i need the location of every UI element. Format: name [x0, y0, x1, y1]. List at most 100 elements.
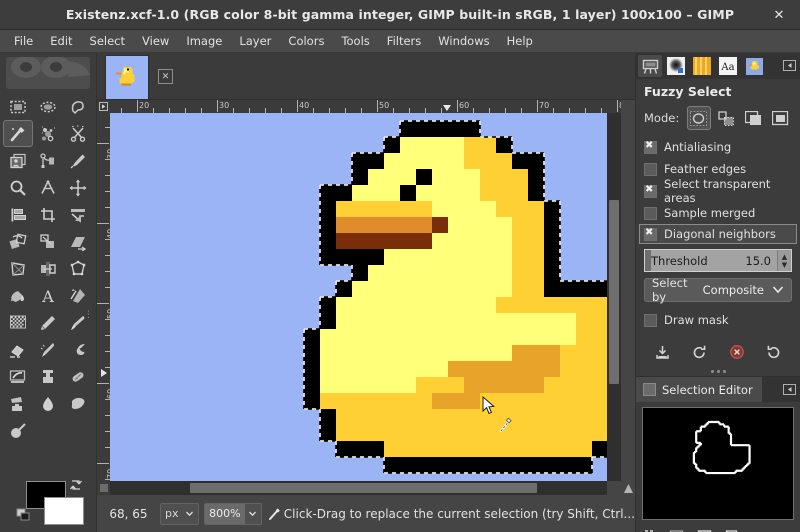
tool-dodge-burn[interactable] [3, 417, 33, 444]
zoom-select[interactable]: 800% [204, 503, 262, 525]
tool-ink[interactable] [63, 336, 93, 363]
draw-mask-checkbox-row[interactable]: Draw mask [644, 309, 792, 331]
horizontal-scrollbar-thumb[interactable] [190, 483, 537, 493]
tool-scissors-select[interactable] [63, 120, 93, 147]
menu-item-help[interactable]: Help [499, 31, 541, 52]
tool-bucket-fill[interactable] [3, 282, 33, 309]
swap-colors-icon[interactable] [69, 478, 83, 492]
tool-eraser[interactable] [3, 336, 33, 363]
checkbox-diagonal-neighbors[interactable] [644, 228, 657, 241]
tool-ellipse-select[interactable] [33, 93, 63, 120]
menu-item-filters[interactable]: Filters [379, 31, 429, 52]
tool-paths[interactable] [33, 147, 63, 174]
select-by-combo[interactable]: Select by Composite [644, 278, 792, 302]
menu-item-windows[interactable]: Windows [430, 31, 497, 52]
ruler-origin-icon[interactable] [97, 100, 110, 113]
menu-item-layer[interactable]: Layer [231, 31, 279, 52]
tool-pattern-fill[interactable] [3, 309, 33, 336]
tool-perspective-clone[interactable] [3, 390, 33, 417]
tool-clone[interactable] [33, 363, 63, 390]
tool-gradient[interactable] [63, 282, 93, 309]
mode-add-button[interactable] [715, 106, 738, 130]
tool-zoom[interactable] [3, 174, 33, 201]
tool-blur-sharpen[interactable] [33, 390, 63, 417]
tool-measure[interactable] [33, 174, 63, 201]
threshold-slider[interactable]: Threshold 15.0 ▲ ▼ [644, 249, 792, 272]
close-icon[interactable]: ✕ [766, 0, 792, 30]
tool-scale[interactable] [33, 228, 63, 255]
tool-crop[interactable] [33, 201, 63, 228]
toolbox-overflow-dots[interactable]: ⋮ [84, 313, 93, 317]
tool-foreground-select[interactable] [3, 147, 33, 174]
tool-text[interactable]: A [33, 282, 63, 309]
background-color-swatch[interactable] [44, 497, 84, 525]
checkbox-antialiasing[interactable] [644, 141, 657, 154]
tool-by-color-select[interactable] [33, 120, 63, 147]
menu-item-colors[interactable]: Colors [280, 31, 332, 52]
checkbox-row-sample-merged[interactable]: Sample merged [644, 202, 792, 224]
mode-intersect-button[interactable] [769, 106, 792, 130]
tool-free-select[interactable] [63, 93, 93, 120]
tool-smudge[interactable] [63, 390, 93, 417]
save-tool-preset-button[interactable] [650, 340, 676, 364]
select-none-button[interactable] [664, 525, 690, 532]
delete-tool-preset-button[interactable] [724, 340, 750, 364]
tool-fuzzy-select[interactable] [3, 120, 33, 147]
tool-flip[interactable] [33, 255, 63, 282]
mode-subtract-button[interactable] [742, 106, 765, 130]
tool-shear[interactable] [63, 228, 93, 255]
canvas[interactable] [110, 113, 607, 481]
menu-item-edit[interactable]: Edit [42, 31, 80, 52]
checkbox-row-diagonal-neighbors[interactable]: Diagonal neighbors [639, 224, 797, 244]
checkbox-row-select-transparent-areas[interactable]: Select transparent areas [644, 180, 792, 202]
select-all-button[interactable] [637, 525, 663, 532]
checkbox-select-transparent-areas[interactable] [644, 185, 657, 198]
draw-mask-checkbox[interactable] [644, 314, 657, 327]
menu-item-tools[interactable]: Tools [333, 31, 377, 52]
checkbox-feather-edges[interactable] [644, 163, 657, 176]
tool-rectangle-select[interactable] [3, 93, 33, 120]
dock-separator-grip[interactable] [636, 367, 800, 376]
vertical-ruler[interactable]: 3040506070 [97, 113, 110, 481]
tool-color-picker[interactable] [63, 147, 93, 174]
dock-tab-tool-options[interactable] [638, 55, 662, 77]
selection-editor-menu-icon[interactable] [782, 382, 796, 396]
horizontal-scrollbar[interactable] [110, 481, 607, 495]
dock-tab-images[interactable] [742, 55, 766, 77]
reset-colors-icon[interactable] [16, 508, 30, 522]
tool-airbrush[interactable] [33, 336, 63, 363]
close-tab-icon[interactable]: ✕ [158, 69, 173, 84]
dock-tab-fonts[interactable]: Aa [716, 55, 740, 77]
tool-perspective[interactable] [3, 255, 33, 282]
tool-alignment[interactable] [3, 201, 33, 228]
stroke-selection-button[interactable] [773, 525, 799, 532]
image-tab-thumbnail[interactable] [105, 55, 149, 99]
selection-preview[interactable] [642, 407, 794, 520]
unit-select[interactable]: px [160, 503, 199, 525]
quick-mask-toggle[interactable] [97, 481, 110, 495]
checkbox-row-antialiasing[interactable]: Antialiasing [644, 136, 792, 158]
tool-heal[interactable] [63, 363, 93, 390]
navigate-canvas-icon[interactable] [621, 481, 635, 495]
zoom-chevron-down-icon[interactable] [245, 509, 261, 518]
tool-mypaint-brush[interactable] [3, 363, 33, 390]
threshold-spinner[interactable]: ▲ ▼ [777, 250, 791, 271]
save-to-channel-button[interactable] [719, 525, 745, 532]
spinner-down-icon[interactable]: ▼ [782, 261, 787, 269]
tool-rotate[interactable] [3, 228, 33, 255]
dock-tab-brushes[interactable] [664, 55, 688, 77]
tool-transform[interactable] [63, 201, 93, 228]
dock-tab-patterns[interactable] [690, 55, 714, 77]
invert-selection-button[interactable] [691, 525, 717, 532]
restore-tool-preset-button[interactable] [687, 340, 713, 364]
menu-item-view[interactable]: View [134, 31, 177, 52]
vertical-scrollbar-thumb[interactable] [609, 200, 619, 384]
tool-pencil[interactable] [33, 309, 63, 336]
horizontal-ruler[interactable]: 20304050607080 [110, 100, 621, 113]
checkbox-sample-merged[interactable] [644, 207, 657, 220]
tool-cage-transform[interactable] [63, 255, 93, 282]
tab-selection-editor[interactable]: Selection Editor [636, 377, 762, 402]
spinner-up-icon[interactable]: ▲ [782, 253, 787, 261]
menu-item-file[interactable]: File [6, 31, 41, 52]
reset-tool-options-button[interactable] [761, 340, 787, 364]
